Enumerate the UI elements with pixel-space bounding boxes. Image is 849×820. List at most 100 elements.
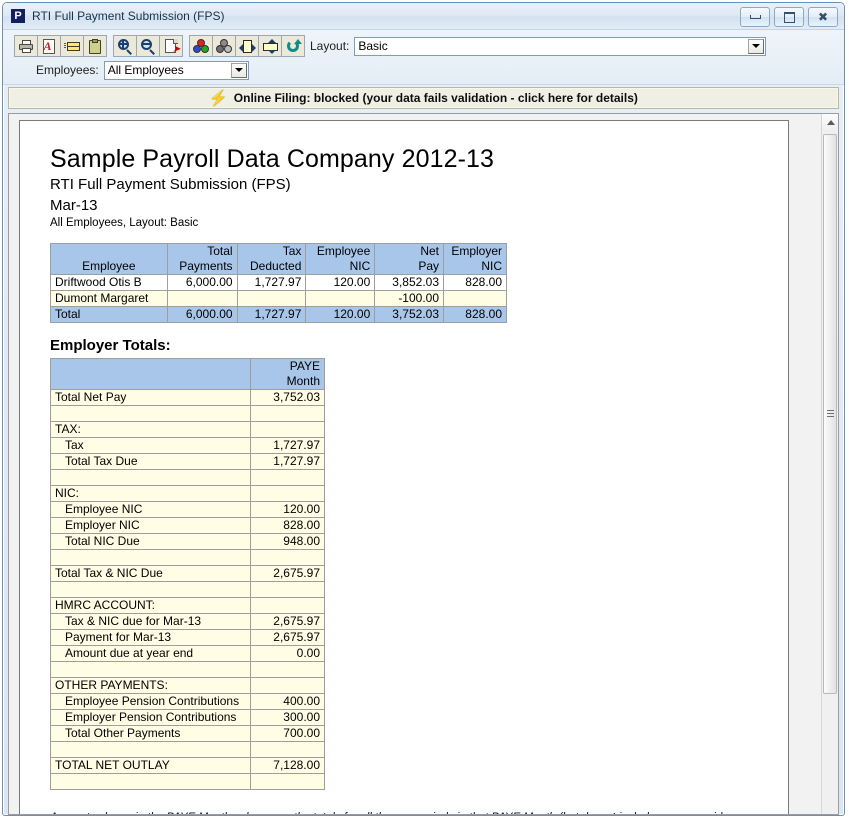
report-preview-viewport: Sample Payroll Data Company 2012-13 RTI … <box>8 113 839 815</box>
cell-label: Amount due at year end <box>50 645 251 662</box>
online-filing-status-text: Online Filing: blocked (your data fails … <box>233 91 638 105</box>
table-row: Total Other Payments 700.00 <box>50 725 326 742</box>
window-title: RTI Full Payment Submission (FPS) <box>32 9 225 23</box>
cell-value <box>249 661 326 678</box>
cell-tax-deducted: 1,727.97 <box>236 274 307 291</box>
window-controls: ✖ <box>740 7 838 27</box>
footnote-emphasis: not <box>598 812 616 814</box>
refresh-button[interactable] <box>281 35 305 57</box>
employees-select-value: All Employees <box>107 63 184 77</box>
colour-circles-icon <box>192 38 210 54</box>
table-spacer-row <box>50 469 326 486</box>
cell-total-payments: 6,000.00 <box>166 274 238 291</box>
cell-value: 2,675.97 <box>249 629 326 646</box>
close-button[interactable]: ✖ <box>808 7 838 27</box>
zoom-out-button[interactable] <box>136 35 160 57</box>
col-employee-nic: Employee NIC <box>305 243 376 275</box>
cell-value <box>249 485 326 502</box>
cell-label: Employer Pension Contributions <box>50 709 251 726</box>
cell-value: 1,727.97 <box>249 453 326 470</box>
cell-net-pay: -100.00 <box>374 290 445 307</box>
restore-button[interactable] <box>774 7 804 27</box>
col-total-payments: Total Payments <box>166 243 238 275</box>
table-row: Employee NIC 120.00 <box>50 501 326 518</box>
col-employer-nic: Employer NIC <box>443 243 507 275</box>
table-row: Dumont Margaret -100.00 <box>50 290 507 307</box>
zoom-in-button[interactable] <box>113 35 137 57</box>
table-total-row: Total 6,000.00 1,727.97 120.00 3,752.03 … <box>50 306 507 323</box>
table-row: Driftwood Otis B 6,000.00 1,727.97 120.0… <box>50 274 507 291</box>
cell-label: Employee Pension Contributions <box>50 693 251 710</box>
employer-totals-table: PAYE Month Total Net Pay 3,752.03 TAX: Tax… <box>50 358 326 790</box>
report-page: Sample Payroll Data Company 2012-13 RTI … <box>19 120 789 814</box>
toolbar-group-zoom: ➤ <box>113 35 183 57</box>
cell-label: Total Tax & NIC Due <box>50 565 251 582</box>
cell-label: Total Tax Due <box>50 453 251 470</box>
table-header-row: PAYE Month <box>50 358 326 390</box>
table-row: Total NIC Due 948.00 <box>50 533 326 550</box>
layout-dropdown-arrow[interactable] <box>748 38 765 54</box>
layout-select[interactable]: Basic <box>354 36 767 56</box>
cell-label <box>50 581 251 598</box>
cell-label <box>50 549 251 566</box>
zoom-out-icon <box>140 38 157 55</box>
scroll-up-button[interactable] <box>822 114 838 131</box>
cell-label: Tax & NIC due for Mar-13 <box>50 613 251 630</box>
pdf-icon: A <box>41 38 58 54</box>
cell-total-payments: 6,000.00 <box>166 306 238 323</box>
cell-value: 1,727.97 <box>249 437 326 454</box>
cell-label <box>50 773 251 790</box>
table-spacer-row <box>50 549 326 566</box>
cell-value <box>249 549 326 566</box>
table-spacer-row <box>50 773 326 790</box>
col-tax-deducted: Tax Deducted <box>236 243 307 275</box>
col-net-pay: Net Pay <box>374 243 445 275</box>
employee-table: Employee Total Payments Tax Deducted Emplo… <box>50 243 507 323</box>
greyscale-button[interactable] <box>212 35 236 57</box>
vertical-scrollbar[interactable] <box>821 114 838 814</box>
print-button[interactable] <box>14 35 38 57</box>
employee-table-body: Driftwood Otis B 6,000.00 1,727.97 120.0… <box>50 274 507 323</box>
page-title: Sample Payroll Data Company 2012-13 <box>50 145 495 173</box>
cell-label: Employee NIC <box>50 501 251 518</box>
cell-value <box>249 597 326 614</box>
employer-totals-heading: Employer Totals: <box>50 337 171 354</box>
lightning-bolt-icon: ⚡ <box>209 89 228 107</box>
cell-employee: Dumont Margaret <box>50 290 168 307</box>
col-blank <box>50 358 251 390</box>
table-header-row: Employee Total Payments Tax Deducted Emplo… <box>50 243 507 275</box>
employees-select[interactable]: All Employees <box>103 60 249 80</box>
restore-icon <box>783 11 795 23</box>
cell-value: 0.00 <box>249 645 326 662</box>
table-row: OTHER PAYMENTS: <box>50 677 326 694</box>
table-row: Total Tax & NIC Due 2,675.97 <box>50 565 326 582</box>
toolbar-secondary-row: Employees: All Employees <box>3 58 844 82</box>
cell-employee-nic <box>305 290 376 307</box>
employer-totals-body: Total Net Pay 3,752.03 TAX: Tax 1,727.97 To… <box>50 389 326 790</box>
cell-label <box>50 469 251 486</box>
fit-height-button[interactable] <box>258 35 282 57</box>
table-row: TAX: <box>50 421 326 438</box>
employee-table-head: Employee Total Payments Tax Deducted Emplo… <box>50 243 507 275</box>
layout-select-value: Basic <box>358 39 388 53</box>
cell-employee-nic: 120.00 <box>305 306 376 323</box>
table-row: Employee Pension Contributions 400.00 <box>50 693 326 710</box>
minimize-button[interactable] <box>740 7 770 27</box>
cell-value: 120.00 <box>249 501 326 518</box>
colour-button[interactable] <box>189 35 213 57</box>
table-row: Tax 1,727.97 <box>50 437 326 454</box>
employees-dropdown-arrow[interactable] <box>230 62 247 78</box>
table-spacer-row <box>50 405 326 422</box>
online-filing-status-banner[interactable]: ⚡ Online Filing: blocked (your data fail… <box>8 87 839 109</box>
email-button[interactable] <box>60 35 84 57</box>
cell-employer-nic: 828.00 <box>443 274 507 291</box>
export-pdf-button[interactable]: A <box>37 35 61 57</box>
scrollbar-thumb[interactable] <box>823 134 837 694</box>
cell-total-label: Total <box>50 306 168 323</box>
cell-value: 948.00 <box>249 533 326 550</box>
fit-width-button[interactable] <box>235 35 259 57</box>
page-setup-button[interactable]: ➤ <box>159 35 183 57</box>
cell-employee-nic: 120.00 <box>305 274 376 291</box>
table-row: Total Tax Due 1,727.97 <box>50 453 326 470</box>
copy-clipboard-button[interactable] <box>83 35 107 57</box>
